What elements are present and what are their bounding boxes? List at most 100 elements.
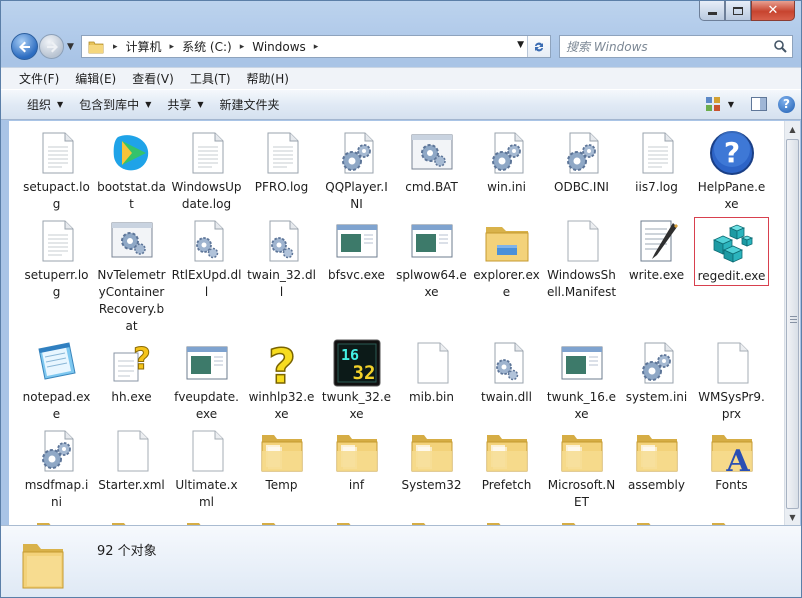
- folder-icon: [408, 515, 456, 525]
- view-options-dropdown[interactable]: ▼: [728, 100, 734, 109]
- file-item[interactable]: A Fonts: [694, 427, 769, 494]
- breadcrumb-computer[interactable]: 计算机: [123, 36, 165, 57]
- new-folder-button[interactable]: 新建文件夹: [212, 93, 288, 117]
- app-window-icon: [408, 217, 456, 265]
- file-item[interactable]: 16 32 twunk_32.exe: [319, 339, 394, 423]
- file-item[interactable]: RtlExUpd.dll: [169, 217, 244, 301]
- breadcrumb-windows[interactable]: Windows: [249, 36, 309, 57]
- notepad-icon: [33, 339, 81, 387]
- breadcrumb-separator[interactable]: ▸: [314, 42, 319, 52]
- breadcrumb-separator[interactable]: ▸: [170, 42, 175, 52]
- file-item[interactable]: win.ini: [469, 129, 544, 196]
- file-item[interactable]: system.ini: [619, 339, 694, 406]
- file-item[interactable]: cmd.BAT: [394, 129, 469, 196]
- file-item[interactable]: [169, 515, 244, 525]
- file-item[interactable]: NvTelemetryContainerRecovery.bat: [94, 217, 169, 335]
- file-item[interactable]: write.exe: [619, 217, 694, 284]
- file-item[interactable]: inf: [319, 427, 394, 494]
- file-item[interactable]: setuperr.log: [19, 217, 94, 301]
- file-item[interactable]: fveupdate.exe: [169, 339, 244, 423]
- file-name: Prefetch: [481, 478, 532, 492]
- svg-text:?: ?: [133, 342, 150, 377]
- file-item[interactable]: ? winhlp32.exe: [244, 338, 319, 423]
- file-item[interactable]: [319, 515, 394, 525]
- include-in-library-button[interactable]: 包含到库中 ▼: [71, 93, 159, 117]
- file-item[interactable]: regedit.exe: [694, 217, 769, 286]
- file-item[interactable]: WMSysPr9.prx: [694, 339, 769, 423]
- scroll-up-arrow[interactable]: ▲: [785, 121, 800, 137]
- file-item[interactable]: Starter.xml: [94, 427, 169, 494]
- breadcrumb-drive-c[interactable]: 系统 (C:): [179, 36, 235, 57]
- file-item[interactable]: Temp: [244, 427, 319, 494]
- file-item[interactable]: ? HelpPane.exe: [694, 129, 769, 213]
- file-item[interactable]: iis7.log: [619, 129, 694, 196]
- minimize-button[interactable]: [699, 1, 725, 21]
- file-item[interactable]: bootstat.dat: [94, 129, 169, 213]
- registry-editor-icon: [708, 218, 756, 266]
- breadcrumb-separator[interactable]: ▸: [113, 42, 118, 52]
- text-file-icon: [33, 217, 81, 265]
- breadcrumb-separator[interactable]: ▸: [240, 42, 245, 52]
- menu-edit[interactable]: 编辑(E): [67, 68, 124, 89]
- file-item[interactable]: [19, 515, 94, 525]
- new-folder-label: 新建文件夹: [219, 98, 280, 112]
- search-box[interactable]: [559, 35, 793, 58]
- file-item[interactable]: notepad.exe: [19, 339, 94, 423]
- file-item[interactable]: assembly: [619, 427, 694, 494]
- file-item[interactable]: msdfmap.ini: [19, 427, 94, 511]
- file-item[interactable]: WindowsUpdate.log: [169, 129, 244, 213]
- file-item[interactable]: ODBC.INI: [544, 129, 619, 196]
- file-item[interactable]: [619, 515, 694, 525]
- file-item[interactable]: explorer.exe: [469, 217, 544, 301]
- file-item[interactable]: twunk_16.exe: [544, 339, 619, 423]
- file-item[interactable]: splwow64.exe: [394, 217, 469, 301]
- scrollbar-thumb[interactable]: [786, 139, 799, 509]
- file-item[interactable]: [94, 515, 169, 525]
- share-button[interactable]: 共享 ▼: [159, 93, 211, 117]
- scroll-down-arrow[interactable]: ▼: [785, 509, 800, 525]
- preview-pane-button[interactable]: [748, 93, 770, 115]
- address-history-dropdown[interactable]: ▼: [517, 40, 524, 50]
- dll-file-icon: [258, 217, 306, 265]
- file-item[interactable]: Ultimate.xml: [169, 427, 244, 511]
- file-item[interactable]: Prefetch: [469, 427, 544, 494]
- folder-icon: [22, 544, 64, 589]
- maximize-button[interactable]: [725, 1, 751, 21]
- folder-icon: [183, 515, 231, 525]
- menu-tools[interactable]: 工具(T): [182, 68, 239, 89]
- refresh-button[interactable]: [527, 36, 550, 57]
- chevron-down-icon: ▼: [197, 100, 204, 109]
- file-item[interactable]: twain_32.dll: [244, 217, 319, 301]
- menu-file[interactable]: 文件(F): [11, 68, 67, 89]
- organize-button[interactable]: 组织 ▼: [19, 93, 71, 117]
- file-item[interactable]: ? hh.exe: [94, 339, 169, 406]
- file-item[interactable]: System32: [394, 427, 469, 494]
- file-item[interactable]: [469, 515, 544, 525]
- file-item[interactable]: twain.dll: [469, 339, 544, 406]
- forward-button[interactable]: [39, 34, 64, 59]
- settings-file-icon: [333, 129, 381, 177]
- help-button[interactable]: ?: [778, 95, 795, 113]
- menu-view[interactable]: 查看(V): [124, 68, 182, 89]
- file-name: winhlp32.exe: [248, 390, 315, 421]
- vertical-scrollbar[interactable]: ▲ ▼: [784, 121, 800, 525]
- search-input[interactable]: [564, 38, 774, 55]
- file-item[interactable]: [394, 515, 469, 525]
- close-button[interactable]: ✕: [751, 1, 795, 21]
- file-item[interactable]: PFRO.log: [244, 129, 319, 196]
- file-item[interactable]: bfsvc.exe: [319, 217, 394, 284]
- file-item[interactable]: [544, 515, 619, 525]
- file-item[interactable]: [244, 515, 319, 525]
- menu-help[interactable]: 帮助(H): [239, 68, 297, 89]
- back-button[interactable]: [11, 33, 38, 60]
- file-item[interactable]: setupact.log: [19, 129, 94, 213]
- change-view-button[interactable]: [702, 93, 724, 115]
- file-item[interactable]: [694, 515, 769, 525]
- address-bar[interactable]: ▸ 计算机 ▸ 系统 (C:) ▸ Windows ▸ ▼: [81, 35, 551, 58]
- file-item[interactable]: QQPlayer.INI: [319, 129, 394, 213]
- file-item[interactable]: WindowsShell.Manifest: [544, 217, 619, 301]
- file-item[interactable]: Microsoft.NET: [544, 427, 619, 511]
- recent-pages-dropdown[interactable]: ▼: [67, 42, 74, 52]
- file-item[interactable]: mib.bin: [394, 339, 469, 406]
- twunk-16-32-icon: 16 32: [333, 339, 381, 387]
